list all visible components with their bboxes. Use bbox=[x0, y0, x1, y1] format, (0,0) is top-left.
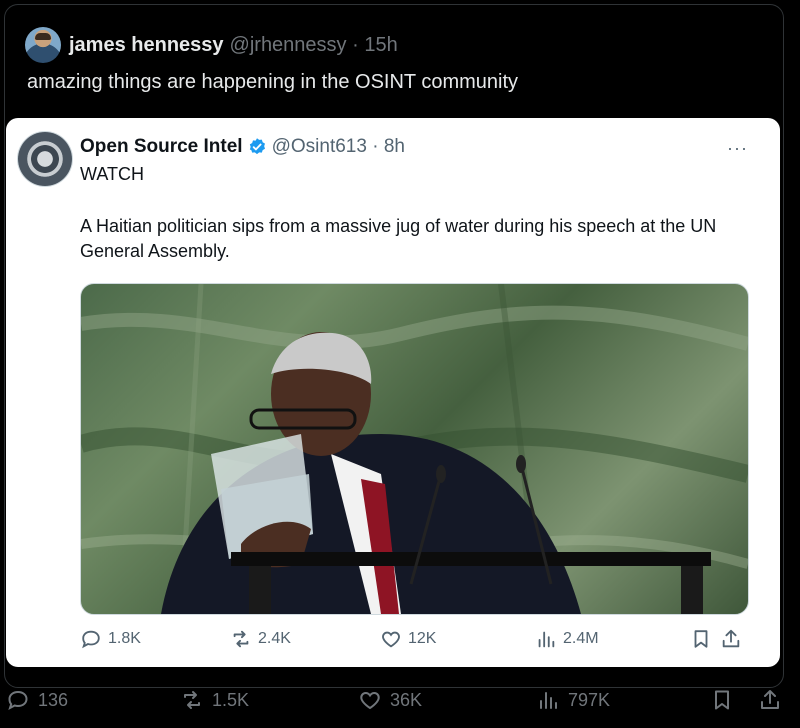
quoted-tweet-body: A Haitian politician sips from a massive… bbox=[80, 216, 717, 261]
views-button[interactable]: 797K bbox=[536, 688, 610, 712]
views-icon bbox=[538, 631, 555, 648]
video-thumbnail[interactable] bbox=[80, 283, 749, 615]
quoted-bookmark-button[interactable] bbox=[690, 628, 718, 650]
quoted-reply-count: 1.8K bbox=[108, 630, 141, 647]
tweet-text: amazing things are happening in the OSIN… bbox=[27, 71, 519, 93]
views-count: 797K bbox=[568, 689, 611, 710]
quoted-tweet-actions: 1.8K 2.4K 12K 2.4M bbox=[80, 628, 747, 658]
share-icon bbox=[761, 690, 779, 709]
quoted-views-button[interactable]: 2.4M bbox=[535, 628, 599, 650]
repost-icon bbox=[233, 630, 249, 648]
reply-icon bbox=[82, 630, 100, 649]
like-icon bbox=[382, 631, 400, 648]
bookmark-icon bbox=[694, 630, 708, 648]
quoted-tweet-heading: WATCH bbox=[80, 164, 144, 184]
author-handle-time[interactable]: @jrhennessy · 15h bbox=[230, 34, 398, 57]
bookmark-button[interactable] bbox=[710, 688, 742, 712]
views-icon bbox=[540, 692, 557, 709]
like-icon bbox=[360, 691, 380, 710]
video-still-image bbox=[81, 284, 748, 614]
verified-icon bbox=[247, 137, 267, 157]
more-icon[interactable]: ··· bbox=[727, 138, 748, 159]
like-button[interactable]: 36K bbox=[358, 688, 422, 712]
quoted-tweet-header: Open Source Intel @Osint613 · 8h bbox=[80, 134, 405, 160]
quoted-views-count: 2.4M bbox=[563, 630, 599, 647]
repost-icon bbox=[184, 691, 200, 709]
quoted-tweet-card[interactable]: Open Source Intel @Osint613 · 8h ··· WAT… bbox=[6, 118, 780, 667]
quoted-repost-count: 2.4K bbox=[258, 630, 291, 647]
quoted-reply-button[interactable]: 1.8K bbox=[80, 628, 141, 650]
share-icon bbox=[722, 629, 740, 648]
quoted-avatar[interactable] bbox=[18, 132, 72, 186]
outer-tweet-actions: 136 1.5K 36K 797K bbox=[0, 688, 800, 718]
reply-count: 136 bbox=[38, 689, 69, 710]
quoted-like-count: 12K bbox=[408, 630, 437, 647]
share-button[interactable] bbox=[758, 688, 790, 712]
avatar[interactable] bbox=[25, 27, 61, 63]
quoted-author-handle-time[interactable]: @Osint613 · 8h bbox=[272, 136, 405, 158]
outer-tweet-header: james hennessy @jrhennessy · 15h bbox=[25, 25, 398, 65]
quoted-repost-button[interactable]: 2.4K bbox=[230, 628, 291, 650]
like-count: 36K bbox=[390, 689, 423, 710]
quoted-author-name[interactable]: Open Source Intel bbox=[80, 136, 243, 158]
repost-count: 1.5K bbox=[212, 689, 250, 710]
repost-button[interactable]: 1.5K bbox=[180, 688, 249, 712]
quoted-share-button[interactable] bbox=[720, 628, 748, 650]
reply-icon bbox=[8, 690, 28, 711]
quoted-like-button[interactable]: 12K bbox=[380, 628, 436, 650]
author-name[interactable]: james hennessy bbox=[69, 34, 224, 57]
reply-button[interactable]: 136 bbox=[6, 688, 68, 712]
bookmark-icon bbox=[715, 690, 729, 710]
